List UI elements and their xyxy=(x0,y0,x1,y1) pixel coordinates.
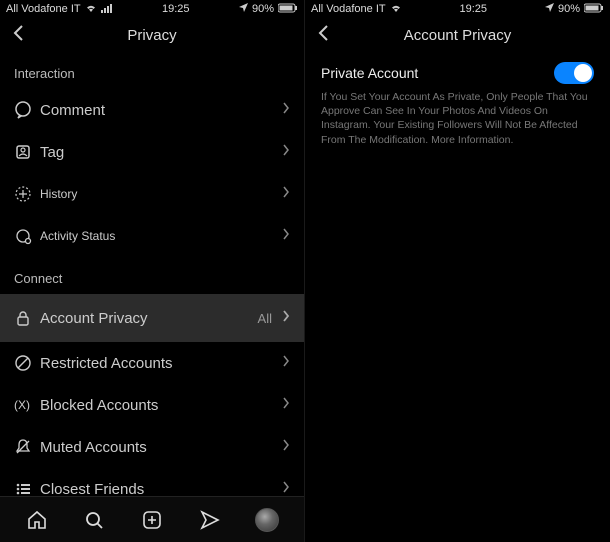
back-button[interactable] xyxy=(317,24,329,47)
page-title: Privacy xyxy=(12,27,292,44)
comment-icon xyxy=(14,101,40,119)
row-account-privacy[interactable]: Account Privacy All xyxy=(0,294,304,342)
chevron-right-icon xyxy=(282,185,290,204)
row-label: Activity Status xyxy=(40,229,282,243)
carrier-label: All Vodafone IT xyxy=(6,3,81,15)
wifi-icon xyxy=(390,3,402,16)
battery-pct: 90% xyxy=(252,3,274,15)
chevron-right-icon xyxy=(282,354,290,373)
row-label: Blocked Accounts xyxy=(40,397,282,414)
row-blocked-accounts[interactable]: (X) Blocked Accounts xyxy=(0,384,304,426)
header: Privacy xyxy=(0,18,304,52)
status-bar: All Vodafone IT 19:25 90% xyxy=(0,0,304,18)
row-comment[interactable]: Comment xyxy=(0,89,304,131)
wifi-icon xyxy=(85,3,97,16)
battery-pct: 90% xyxy=(558,3,580,15)
row-muted-accounts[interactable]: Muted Accounts xyxy=(0,426,304,468)
private-account-setting: Private Account If You Set Your Account … xyxy=(305,52,610,147)
private-account-title: Private Account xyxy=(321,65,418,81)
settings-list: Interaction Comment Tag History xyxy=(0,52,304,542)
avatar xyxy=(255,508,279,532)
private-account-description: If You Set Your Account As Private, Only… xyxy=(321,90,594,147)
signal-icon xyxy=(101,3,113,16)
row-label: Muted Accounts xyxy=(40,439,282,456)
muted-icon xyxy=(14,438,40,456)
history-icon xyxy=(14,185,40,203)
restricted-icon xyxy=(14,354,40,372)
chevron-right-icon xyxy=(282,309,290,328)
chevron-right-icon xyxy=(282,438,290,457)
tag-icon xyxy=(14,143,40,161)
clock: 19:25 xyxy=(460,3,488,15)
battery-icon xyxy=(278,3,298,16)
row-label: Restricted Accounts xyxy=(40,355,282,372)
nav-home[interactable] xyxy=(17,500,57,540)
clock: 19:25 xyxy=(162,3,190,15)
privacy-settings-screen: All Vodafone IT 19:25 90% Privacy Intera… xyxy=(0,0,305,542)
chevron-right-icon xyxy=(282,396,290,415)
bottom-nav xyxy=(0,496,304,542)
row-restricted-accounts[interactable]: Restricted Accounts xyxy=(0,342,304,384)
lock-icon xyxy=(14,309,40,327)
carrier-label: All Vodafone IT xyxy=(311,3,386,15)
row-label: Account Privacy xyxy=(40,310,258,327)
row-history[interactable]: History xyxy=(0,173,304,215)
header: Account Privacy xyxy=(305,18,610,52)
row-label: History xyxy=(40,187,282,201)
location-icon xyxy=(545,3,554,15)
row-activity-status[interactable]: Activity Status xyxy=(0,215,304,257)
status-bar: All Vodafone IT 19:25 90% xyxy=(305,0,610,18)
row-label: Comment xyxy=(40,102,282,119)
nav-create[interactable] xyxy=(132,500,172,540)
row-label: Tag xyxy=(40,144,282,161)
back-button[interactable] xyxy=(12,24,24,47)
nav-profile[interactable] xyxy=(247,500,287,540)
section-connect: Connect xyxy=(0,257,304,294)
section-interaction: Interaction xyxy=(0,52,304,89)
private-account-toggle[interactable] xyxy=(554,62,594,84)
row-value: All xyxy=(258,311,272,326)
chevron-right-icon xyxy=(282,143,290,162)
account-privacy-screen: All Vodafone IT 19:25 90% Account Privac… xyxy=(305,0,610,542)
chevron-right-icon xyxy=(282,101,290,120)
row-label: Closest Friends xyxy=(40,481,282,498)
blocked-icon: (X) xyxy=(14,398,40,412)
toggle-knob xyxy=(574,64,592,82)
nav-direct[interactable] xyxy=(190,500,230,540)
nav-search[interactable] xyxy=(74,500,114,540)
location-icon xyxy=(239,3,248,15)
chevron-right-icon xyxy=(282,227,290,246)
page-title: Account Privacy xyxy=(317,27,598,44)
battery-icon xyxy=(584,3,604,16)
activity-status-icon xyxy=(14,227,40,245)
row-tag[interactable]: Tag xyxy=(0,131,304,173)
